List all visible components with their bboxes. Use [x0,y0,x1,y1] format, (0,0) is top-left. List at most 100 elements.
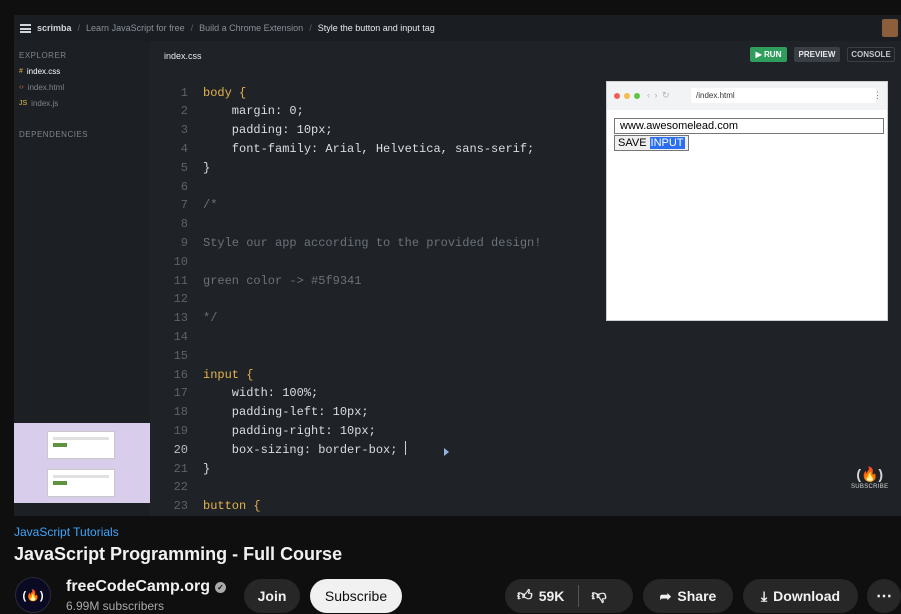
download-label: Download [773,588,841,604]
thumb-green-button [53,443,67,447]
code-line[interactable]: 11 green color -> #5f9341 [150,271,600,290]
breadcrumb-current: Style the button and input tag [317,23,435,33]
file-item-index-css[interactable]: # index.css [19,67,60,76]
code-line[interactable]: 6 [150,177,600,196]
dislike-button[interactable]: 👎︎ [591,587,606,605]
fcc-subscribe-watermark[interactable]: (🔥) SUBSCRIBE [851,464,888,490]
like-count: 59K [538,588,565,604]
browser-preview[interactable]: ‹ › ↻ /index.html ⋮ www.awesomelead.com … [606,81,888,321]
code-text: box-sizing: border-box; [203,442,398,457]
run-button[interactable]: ▶ RUN [750,47,787,62]
code-text: } [203,461,211,476]
file-item-index-js[interactable]: JS index.js [19,99,58,108]
browser-menu-icon[interactable]: ⋮ [873,90,882,101]
code-text: width: 100%; [203,386,319,401]
line-number: 20 [173,442,188,457]
subscriber-count: 6.99M subscribers [66,599,165,613]
code-line[interactable]: 20 box-sizing: border-box; [150,440,600,459]
share-label: Share [677,588,717,604]
code-line[interactable]: 16 input { [150,365,600,384]
channel-avatar[interactable]: (🔥) [15,577,51,613]
code-line[interactable]: 4 font-family: Arial, Helvetica, sans-se… [150,139,600,158]
line-number: 8 [180,217,188,232]
code-line[interactable]: 17 width: 100%; [150,384,600,403]
code-line[interactable]: 23 button { [150,497,600,516]
fcc-logo-icon: (🔥) [22,589,44,602]
line-number: 14 [173,329,188,344]
js-file-icon: JS [19,100,28,107]
join-button[interactable]: Join [244,579,300,613]
code-line[interactable]: 10 [150,252,600,271]
design-thumbnails[interactable] [14,423,150,503]
line-number: 9 [180,235,188,250]
preview-button-highlight: INPUT [649,137,685,149]
line-number: 12 [173,292,188,307]
line-number: 15 [173,348,188,363]
scrimba-topbar: scrimba / Learn JavaScript for free / Bu… [14,15,901,41]
code-line[interactable]: 8 [150,215,600,234]
code-line[interactable]: 2 margin: 0; [150,102,600,121]
subscribe-button[interactable]: Subscribe [310,579,402,613]
like-divider [578,585,580,607]
line-number: 10 [173,254,188,269]
maximize-dot-icon[interactable] [634,93,640,99]
code-text: body { [203,85,247,100]
thumb-input-bar [53,475,109,478]
line-number: 19 [173,423,188,438]
preview-button-text: SAVE [618,137,647,149]
code-text: margin: 0; [203,104,304,119]
more-actions-button[interactable]: ⋯ [867,579,901,613]
html-file-icon: ‹› [19,84,24,91]
minimize-dot-icon[interactable] [624,93,630,99]
like-button[interactable]: 👍︎ 59K [505,587,564,605]
line-number: 4 [180,141,188,156]
scrimba-logo[interactable]: scrimba [20,23,72,33]
preview-button[interactable]: PREVIEW [794,47,840,62]
code-line[interactable]: 5} [150,158,600,177]
file-name: index.js [31,99,59,108]
editor-tabbar: index.css ▶ RUN PREVIEW CONSOLE [150,41,901,69]
code-line[interactable]: 19 padding-right: 10px; [150,421,600,440]
console-button[interactable]: CONSOLE [847,47,895,62]
thumb-green-button [53,481,67,485]
fcc-logo-icon: (🔥) [856,466,884,482]
breadcrumb-item[interactable]: Build a Chrome Extension [199,23,303,33]
design-thumbnail[interactable] [47,431,115,459]
line-number: 23 [173,499,188,514]
preview-url-field[interactable]: /index.html [691,88,876,103]
playlist-link[interactable]: JavaScript Tutorials [14,525,119,539]
line-number: 6 [180,179,188,194]
preview-save-button[interactable]: SAVE INPUT [614,135,689,151]
share-button[interactable]: ➦ Share [643,579,733,613]
code-line[interactable]: 15 [150,346,600,365]
dependencies-heading[interactable]: DEPENDENCIES [19,130,88,139]
line-number: 2 [180,104,188,119]
code-line[interactable]: 18 padding-left: 10px; [150,403,600,422]
file-item-index-html[interactable]: ‹› index.html [19,83,64,92]
code-line[interactable]: 7 /* [150,196,600,215]
nav-arrows-icon[interactable]: ‹ › ↻ [647,90,671,101]
code-line[interactable]: 22 [150,478,600,497]
editor-tab-index-css[interactable]: index.css [164,51,202,61]
code-line[interactable]: 14 [150,327,600,346]
code-line[interactable]: 9 Style our app according to the provided… [150,233,600,252]
code-line[interactable]: 3 padding: 10px; [150,121,600,140]
user-avatar[interactable] [882,19,898,37]
preview-input[interactable]: www.awesomelead.com [614,118,884,134]
close-dot-icon[interactable] [614,93,620,99]
video-title: JavaScript Programming - Full Course [14,544,343,564]
code-text: } [203,160,211,175]
line-number: 21 [173,461,188,476]
breadcrumb-item[interactable]: Learn JavaScript for free [86,23,185,33]
channel-name[interactable]: freeCodeCamp.org ✓ [66,578,227,596]
line-number: 16 [173,367,188,382]
code-line[interactable]: 13 */ [150,309,600,328]
code-line[interactable]: 12 [150,290,600,309]
code-line[interactable]: 21} [150,459,600,478]
download-button[interactable]: ⤓ Download [743,579,858,613]
design-thumbnail[interactable] [47,469,115,497]
line-number: 17 [173,386,188,401]
thumbs-up-icon: 👍︎ [517,587,533,604]
code-line[interactable]: 1 body { [150,83,600,102]
like-dislike-group: 👍︎ 59K 👎︎ [505,579,633,613]
